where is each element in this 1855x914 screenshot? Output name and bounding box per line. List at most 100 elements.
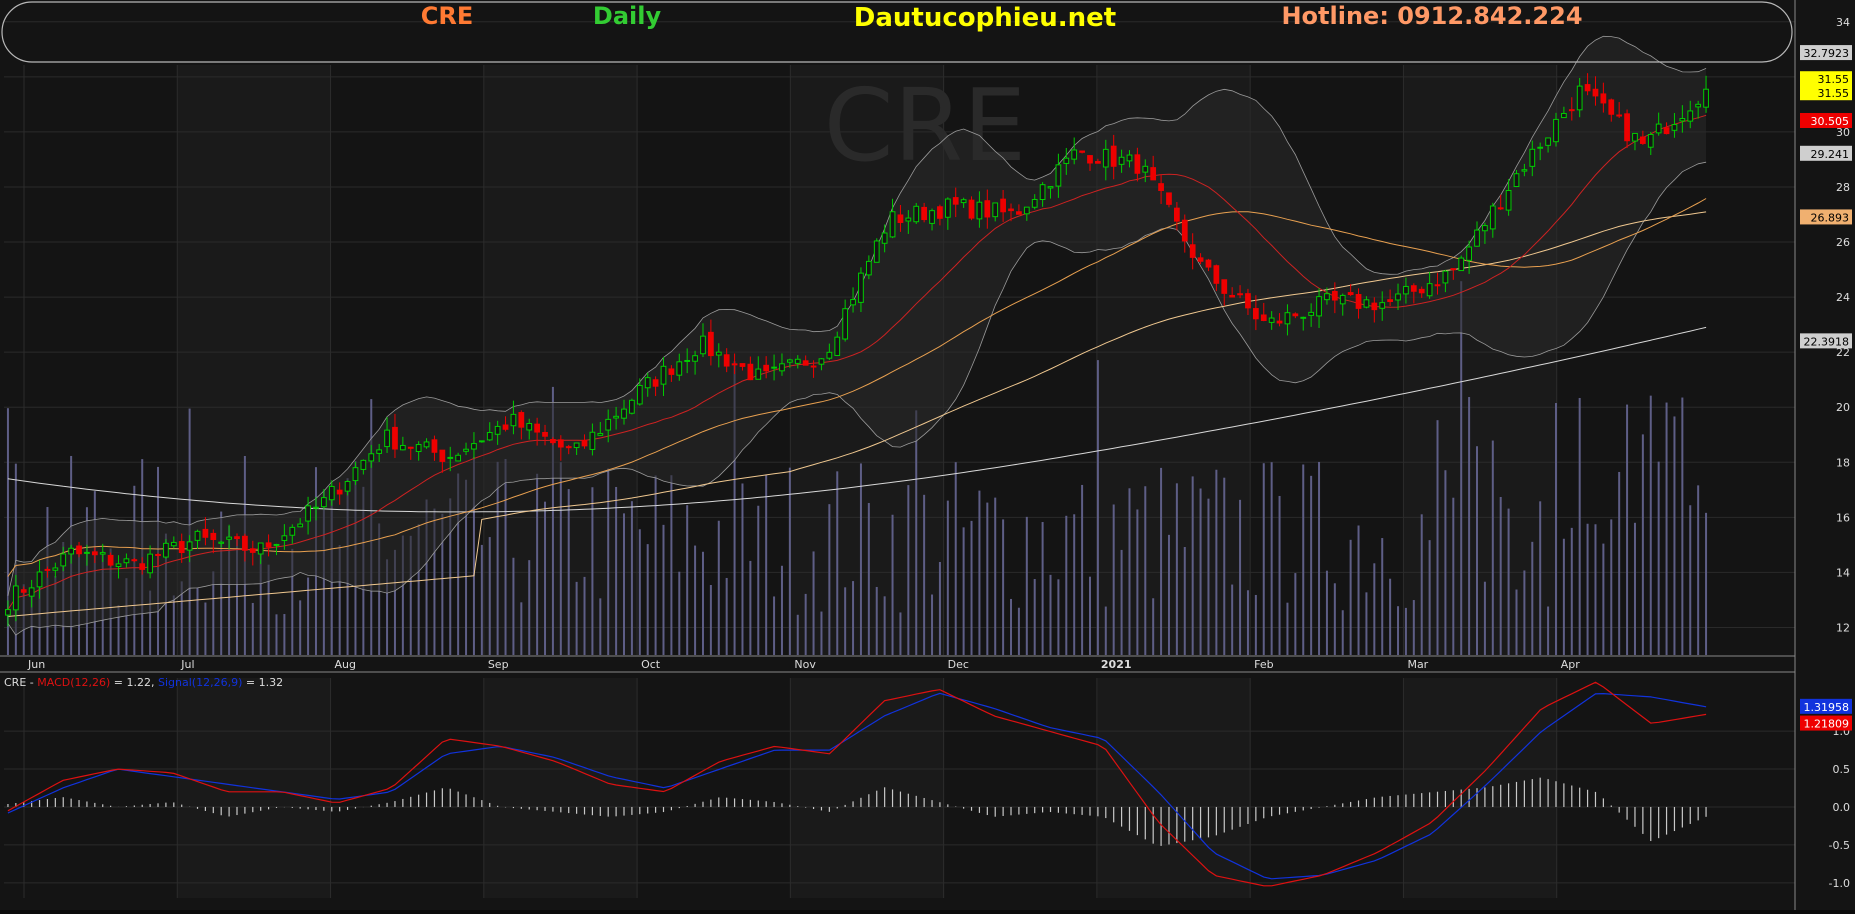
candle-body [652,379,659,387]
price-tick-label: 24 [1836,291,1850,304]
candle-body [589,431,596,450]
candle-body [684,359,691,362]
volume-bar [923,494,926,655]
candle-body [36,571,43,588]
volume-bar [1310,475,1313,655]
volume-bar [1175,483,1178,655]
candle-body [676,361,683,376]
volume-bar [1681,397,1684,655]
volume-bar [1586,523,1589,655]
candle-body [384,429,390,448]
candle[interactable] [968,196,975,221]
volume-bar [1341,610,1344,655]
volume-bar [1160,467,1163,655]
volume-bar [938,561,941,655]
candle-body [1229,294,1236,298]
volume-bar [1476,446,1479,655]
volume-bar [1436,420,1439,655]
candle-body [629,399,635,414]
volume-bar [1562,538,1565,655]
candle-body [178,541,185,554]
candle-body [1174,207,1180,222]
candle-body [170,541,177,547]
volume-bar [1246,590,1249,655]
volume-bar [1602,543,1605,655]
candle-body [1126,154,1133,162]
candle-body [1410,285,1417,292]
candle[interactable] [1458,255,1465,272]
candle-body [1245,293,1251,309]
volume-bar [701,551,704,655]
candle[interactable] [913,202,920,224]
candle[interactable] [629,398,635,415]
candle-body [597,432,604,436]
chart-window: CRE 121416182022242628303234-1.0-0.50.00… [0,0,1855,910]
candle-body [668,368,675,375]
volume-bar [1507,508,1510,655]
volume-bar [1010,598,1013,655]
macd-label-text: 1.31958 [1804,701,1850,714]
volume-bar [1081,484,1084,655]
volume-bar [1689,505,1692,655]
volume-bar [994,497,997,655]
volume-bar [1223,477,1226,655]
month-label: Jul [180,658,194,671]
candle-body [929,210,935,224]
volume-bar [883,596,886,655]
candle-body [897,214,904,223]
candle-body [976,201,983,220]
candle-body [1458,257,1465,272]
candle-body [873,240,880,263]
candle-body [431,439,438,453]
candle-body [1474,229,1480,247]
candle-body [692,355,698,362]
candle-body [1023,206,1030,215]
month-band [790,678,944,898]
candle-body [20,589,27,593]
volume-bar [1144,486,1147,655]
volume-bar [1610,519,1613,655]
volume-bar [1254,594,1257,655]
candle-body [1008,208,1014,212]
candle-body [510,413,517,427]
volume-bar [575,581,578,655]
volume-bar [946,500,949,655]
price-tick-label: 20 [1836,401,1850,414]
chart-canvas[interactable]: CRE 121416182022242628303234-1.0-0.50.00… [0,0,1855,910]
candle-body [581,439,588,447]
volume-bar [1128,488,1131,655]
price-tick-label: 28 [1836,181,1850,194]
volume-bar [591,487,594,655]
candle-body [1576,85,1583,111]
volume-bar [1017,607,1020,655]
candle-body [660,365,667,385]
candle-body [613,415,619,419]
candle-body [1237,293,1243,296]
volume-bar [1136,509,1139,655]
volume-bar [599,598,602,655]
candle-body [265,542,272,548]
volume-bar [1357,525,1360,655]
volume-bar [796,614,799,655]
volume-bar [1033,579,1036,655]
volume-bar [1025,516,1028,655]
volume-bar [931,594,934,655]
month-label: Oct [641,658,661,671]
candle-body [1031,198,1038,208]
volume-bar [1665,402,1668,655]
candle-body [1655,123,1662,134]
candle[interactable] [873,238,880,263]
candle-body [447,456,454,459]
candle-body [534,423,540,433]
volume-bar [1649,395,1652,655]
macd-label-text: 1.21809 [1804,718,1850,731]
candle-body [621,408,627,419]
volume-bar [1491,440,1494,655]
macd-tick-label: 0.5 [1833,763,1851,776]
candle-body [305,505,311,522]
candle-body [779,363,785,372]
candle-body [423,441,430,448]
candle-body [1095,161,1101,164]
candle-body [1703,88,1709,108]
candle-body [526,423,533,431]
